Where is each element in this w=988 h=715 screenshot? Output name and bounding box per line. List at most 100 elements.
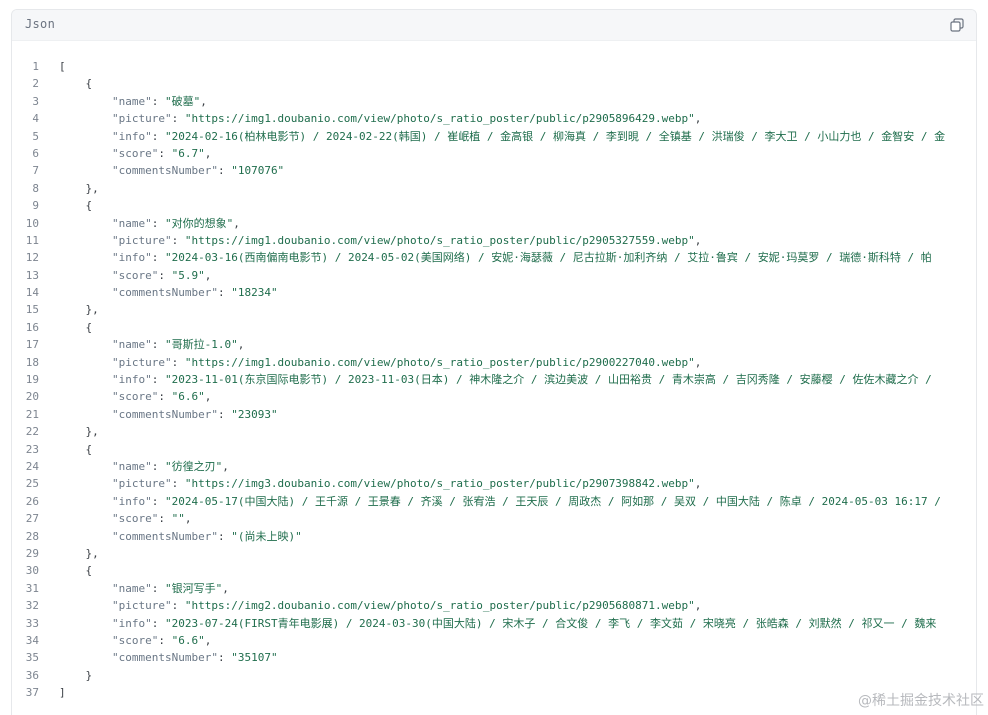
line-number: 5	[12, 128, 39, 145]
code-text: "commentsNumber": "35107"	[59, 649, 278, 666]
json-key: "score"	[112, 269, 158, 282]
code-block-header: Json	[12, 10, 976, 41]
line-number: 24	[12, 458, 39, 475]
json-value: "https://img1.doubanio.com/view/photo/s_…	[185, 112, 695, 125]
json-key: "commentsNumber"	[112, 530, 218, 543]
code-text: "name": "破墓",	[59, 93, 207, 110]
code-text: "name": "银河写手",	[59, 580, 229, 597]
json-key: "info"	[112, 495, 152, 508]
json-key: "picture"	[112, 234, 172, 247]
code-text: "name": "彷徨之刃",	[59, 458, 229, 475]
code-line: 29 },	[12, 545, 976, 562]
line-number: 25	[12, 475, 39, 492]
code-line: 30 {	[12, 562, 976, 579]
code-text: "commentsNumber": "18234"	[59, 284, 278, 301]
line-number: 36	[12, 667, 39, 684]
code-text: "info": "2024-02-16(柏林电影节) / 2024-02-22(…	[59, 128, 945, 145]
json-value: "对你的想象"	[165, 217, 233, 230]
code-line: 28 "commentsNumber": "(尚未上映)"	[12, 528, 976, 545]
code-text: "info": "2023-07-24(FIRST青年电影展) / 2024-0…	[59, 615, 936, 632]
code-line: 23 {	[12, 441, 976, 458]
line-number: 7	[12, 162, 39, 179]
json-key: "info"	[112, 130, 152, 143]
code-line: 12 "info": "2024-03-16(西南偏南电影节) / 2024-0…	[12, 249, 976, 266]
code-line: 3 "name": "破墓",	[12, 93, 976, 110]
line-number: 37	[12, 684, 39, 701]
watermark: @稀土掘金技术社区	[858, 690, 984, 710]
line-number: 3	[12, 93, 39, 110]
json-bracket: },	[86, 425, 99, 438]
json-value: "35107"	[231, 651, 277, 664]
json-bracket: }	[86, 669, 93, 682]
json-key: "commentsNumber"	[112, 286, 218, 299]
code-line: 13 "score": "5.9",	[12, 267, 976, 284]
json-value: "2023-07-24(FIRST青年电影展) / 2024-03-30(中国大…	[165, 617, 936, 630]
code-text: },	[59, 301, 99, 318]
code-line: 4 "picture": "https://img1.doubanio.com/…	[12, 110, 976, 127]
json-key: "name"	[112, 338, 152, 351]
json-value: "2024-03-16(西南偏南电影节) / 2024-05-02(美国网络) …	[165, 251, 932, 264]
line-number: 28	[12, 528, 39, 545]
json-value: "破墓"	[165, 95, 200, 108]
json-value: "https://img2.doubanio.com/view/photo/s_…	[185, 599, 695, 612]
code-text: },	[59, 545, 99, 562]
code-line: 18 "picture": "https://img1.doubanio.com…	[12, 354, 976, 371]
json-bracket: },	[86, 547, 99, 560]
json-value: "6.7"	[172, 147, 205, 160]
json-bracket: {	[86, 443, 93, 456]
line-number: 34	[12, 632, 39, 649]
json-value: "2024-05-17(中国大陆) / 王千源 / 王景春 / 齐溪 / 张宥浩…	[165, 495, 941, 508]
code-line: 35 "commentsNumber": "35107"	[12, 649, 976, 666]
json-key: "score"	[112, 512, 158, 525]
code-text: "score": "",	[59, 510, 191, 527]
line-number: 35	[12, 649, 39, 666]
json-bracket: ]	[59, 686, 66, 699]
json-key: "score"	[112, 390, 158, 403]
json-value: "107076"	[231, 164, 284, 177]
code-line: 32 "picture": "https://img2.doubanio.com…	[12, 597, 976, 614]
line-number: 8	[12, 180, 39, 197]
json-bracket: },	[86, 182, 99, 195]
code-text: },	[59, 423, 99, 440]
code-line: 7 "commentsNumber": "107076"	[12, 162, 976, 179]
json-key: "commentsNumber"	[112, 164, 218, 177]
code-line: 31 "name": "银河写手",	[12, 580, 976, 597]
json-key: "name"	[112, 582, 152, 595]
json-bracket: {	[86, 321, 93, 334]
json-key: "score"	[112, 634, 158, 647]
code-text: "name": "对你的想象",	[59, 215, 240, 232]
json-value: "(尚未上映)"	[231, 530, 302, 543]
json-bracket: {	[86, 77, 93, 90]
json-key: "commentsNumber"	[112, 651, 218, 664]
code-line: 37]	[12, 684, 976, 701]
code-line: 34 "score": "6.6",	[12, 632, 976, 649]
copy-button[interactable]	[950, 18, 964, 32]
line-number: 33	[12, 615, 39, 632]
line-number: 9	[12, 197, 39, 214]
code-text: "score": "6.6",	[59, 388, 211, 405]
code-line: 36 }	[12, 667, 976, 684]
code-text: "score": "5.9",	[59, 267, 211, 284]
line-number: 19	[12, 371, 39, 388]
code-line: 26 "info": "2024-05-17(中国大陆) / 王千源 / 王景春…	[12, 493, 976, 510]
json-value: ""	[172, 512, 185, 525]
json-key: "name"	[112, 95, 152, 108]
json-bracket: },	[86, 303, 99, 316]
code-line: 20 "score": "6.6",	[12, 388, 976, 405]
code-block: Json 1[2 {3 "name": "破墓",4 "picture": "h…	[11, 9, 977, 715]
json-key: "score"	[112, 147, 158, 160]
line-number: 17	[12, 336, 39, 353]
json-bracket: [	[59, 60, 66, 73]
code-line: 16 {	[12, 319, 976, 336]
line-number: 26	[12, 493, 39, 510]
code-text: "commentsNumber": "107076"	[59, 162, 284, 179]
code-line: 33 "info": "2023-07-24(FIRST青年电影展) / 202…	[12, 615, 976, 632]
json-value: "18234"	[231, 286, 277, 299]
code-line: 6 "score": "6.7",	[12, 145, 976, 162]
json-value: "银河写手"	[165, 582, 222, 595]
code-line: 5 "info": "2024-02-16(柏林电影节) / 2024-02-2…	[12, 128, 976, 145]
json-key: "info"	[112, 617, 152, 630]
code-line: 11 "picture": "https://img1.doubanio.com…	[12, 232, 976, 249]
code-text: "commentsNumber": "(尚未上映)"	[59, 528, 302, 545]
json-value: "23093"	[231, 408, 277, 421]
